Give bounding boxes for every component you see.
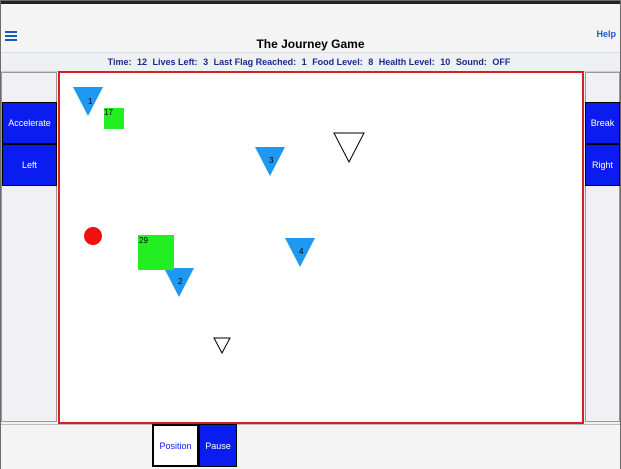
time-label: Time: — [107, 57, 132, 67]
accelerate-button[interactable]: Accelerate — [2, 102, 57, 144]
food-value: 8 — [368, 57, 374, 67]
player-ant — [84, 227, 102, 245]
sound-value: OFF — [492, 57, 511, 67]
spider-1 — [333, 132, 365, 164]
flag-3-label: 3 — [269, 156, 274, 165]
food-station-17-label: 17 — [104, 108, 113, 117]
flag-1-label: 1 — [88, 97, 93, 106]
brake-button[interactable]: Break — [585, 102, 620, 144]
flag-4-label: 4 — [299, 247, 304, 256]
header: The Journey Game Help — [1, 4, 620, 52]
food-station-29-label: 29 — [139, 236, 148, 245]
left-button[interactable]: Left — [2, 144, 57, 186]
flag-label: Last Flag Reached: — [213, 57, 297, 67]
spider-2 — [213, 337, 231, 355]
food-label: Food Level: — [312, 57, 363, 67]
help-button[interactable]: Help — [596, 29, 616, 39]
game-map[interactable] — [58, 71, 584, 424]
flag-2-label: 2 — [178, 277, 183, 286]
lives-value: 3 — [203, 57, 209, 67]
health-value: 10 — [440, 57, 451, 67]
health-label: Health Level: — [378, 57, 435, 67]
pause-button[interactable]: Pause — [199, 424, 237, 467]
sound-label: Sound: — [455, 57, 487, 67]
position-button[interactable]: Position — [152, 424, 199, 467]
bottom-bar — [1, 424, 620, 469]
right-button[interactable]: Right — [585, 144, 620, 186]
time-value: 12 — [137, 57, 148, 67]
page-title: The Journey Game — [256, 37, 365, 51]
lives-label: Lives Left: — [152, 57, 198, 67]
flag-value: 1 — [301, 57, 307, 67]
status-bar: Time: 12 Lives Left: 3 Last Flag Reached… — [1, 52, 620, 72]
